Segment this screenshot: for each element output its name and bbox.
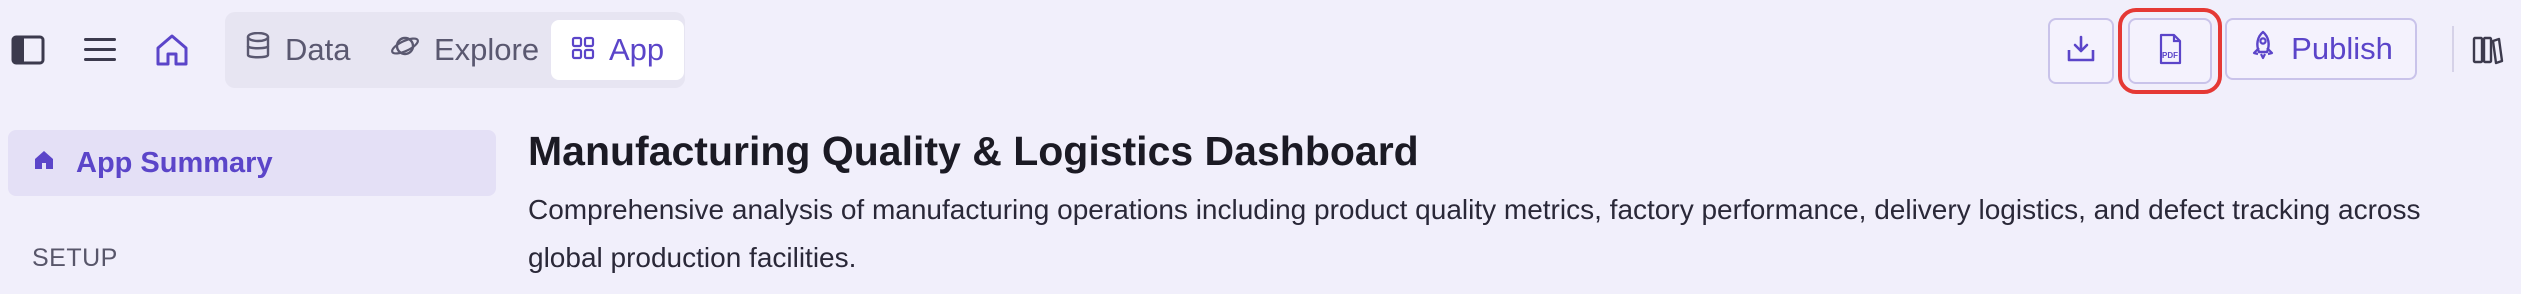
database-icon (245, 31, 271, 68)
sidebar-item-label: App Summary (76, 146, 273, 179)
rocket-icon (2249, 30, 2277, 68)
tab-explore-label: Explore (434, 32, 540, 67)
sidebar-section-heading: SETUP (32, 244, 118, 272)
tab-data[interactable]: Data (225, 20, 370, 80)
grid-icon (571, 32, 595, 68)
tab-explore[interactable]: Explore (370, 20, 559, 80)
books-icon[interactable] (2470, 32, 2506, 68)
home-icon (32, 147, 56, 180)
view-switcher: Data Explore App (225, 12, 685, 88)
toolbar-divider (2452, 26, 2454, 72)
top-toolbar: Data Explore App PDF Publish (0, 0, 2521, 100)
tab-data-label: Data (285, 32, 351, 67)
download-button[interactable] (2048, 18, 2114, 84)
sidebar-toggle-icon[interactable] (10, 32, 46, 68)
export-pdf-button[interactable]: PDF (2118, 8, 2222, 94)
page-description: Comprehensive analysis of manufacturing … (528, 194, 2421, 273)
planet-icon (390, 32, 420, 68)
pdf-icon: PDF (2155, 33, 2185, 70)
tab-app[interactable]: App (551, 20, 685, 80)
tab-app-label: App (609, 32, 665, 67)
sidebar-item-app-summary[interactable]: App Summary (8, 130, 496, 196)
home-icon[interactable] (152, 30, 192, 70)
download-icon (2066, 34, 2096, 69)
menu-icon[interactable] (82, 32, 118, 68)
publish-button[interactable]: Publish (2225, 18, 2417, 80)
page-title: Manufacturing Quality & Logistics Dashbo… (528, 128, 1419, 174)
publish-label: Publish (2291, 31, 2393, 66)
svg-text:PDF: PDF (2162, 51, 2178, 60)
